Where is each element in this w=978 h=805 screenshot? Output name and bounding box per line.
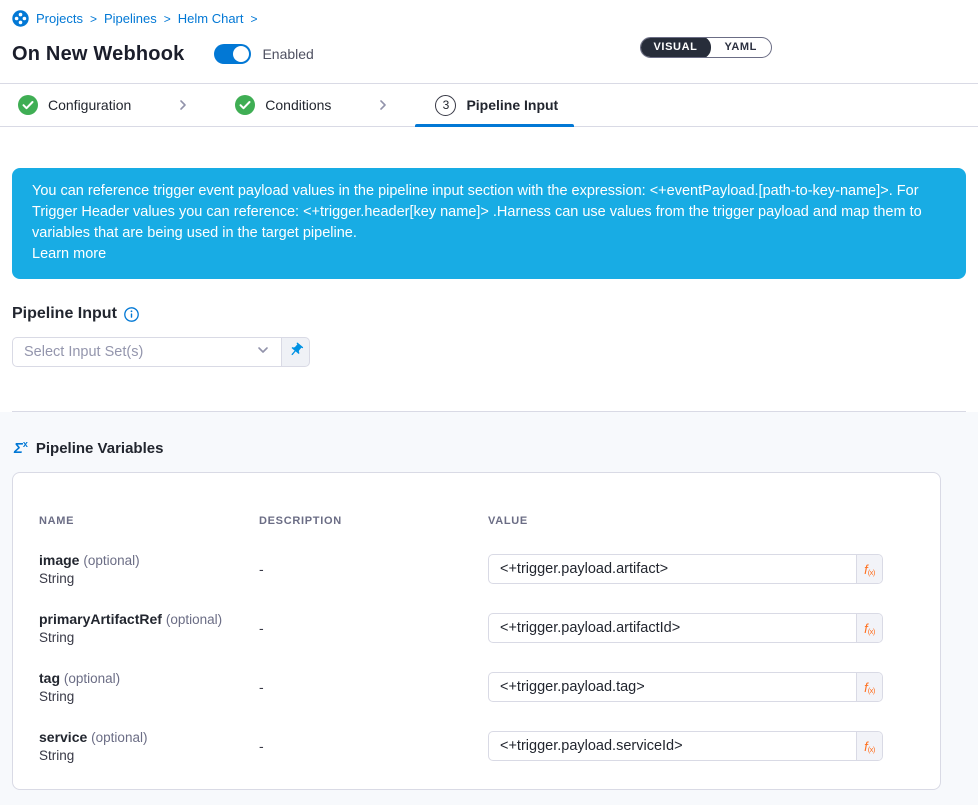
column-header-description: DESCRIPTION <box>259 515 488 527</box>
variable-type: String <box>39 689 259 704</box>
table-row: primaryArtifactRef (optional) String - f… <box>39 611 914 645</box>
pipeline-variables-heading: Pipeline Variables <box>36 440 164 457</box>
variable-optional-tag: (optional) <box>166 612 222 627</box>
tab-pipeline-input-label: Pipeline Input <box>466 97 558 113</box>
info-banner: You can reference trigger event payload … <box>12 168 966 279</box>
check-circle-icon <box>18 95 38 115</box>
variable-name-cell: service (optional) String <box>39 729 259 763</box>
table-row: tag (optional) String - f(x) <box>39 670 914 704</box>
variable-name-cell: primaryArtifactRef (optional) String <box>39 611 259 645</box>
variable-value-input[interactable] <box>489 614 856 642</box>
breadcrumb-separator: > <box>90 12 97 26</box>
toggle-knob <box>233 46 249 62</box>
variables-table-header: NAME DESCRIPTION VALUE <box>39 515 914 527</box>
variable-description: - <box>259 679 488 695</box>
variable-name-cell: tag (optional) String <box>39 670 259 704</box>
variable-name: service <box>39 729 87 745</box>
variable-optional-tag: (optional) <box>91 730 147 745</box>
variable-value-group: f(x) <box>488 731 883 761</box>
enabled-toggle[interactable] <box>214 44 251 64</box>
breadcrumb-helm-chart[interactable]: Helm Chart <box>178 11 244 26</box>
table-row: service (optional) String - f(x) <box>39 729 914 763</box>
tab-configuration[interactable]: Configuration <box>18 84 145 126</box>
sigma-variables-icon: Σx <box>14 439 28 457</box>
input-set-row: Select Input Set(s) <box>12 337 310 367</box>
variable-name: image <box>39 552 79 568</box>
pipeline-input-section: Pipeline Input Select Input Set(s) <box>0 305 978 412</box>
variable-type: String <box>39 748 259 763</box>
expression-fx-button[interactable]: f(x) <box>856 614 882 642</box>
variable-name: tag <box>39 670 60 686</box>
variable-value-group: f(x) <box>488 672 883 702</box>
step-number-badge: 3 <box>435 95 456 116</box>
chevron-right-icon <box>177 99 189 111</box>
pipeline-input-heading: Pipeline Input <box>12 305 117 323</box>
breadcrumb-separator: > <box>251 12 258 26</box>
check-circle-icon <box>235 95 255 115</box>
pipeline-variables-card: NAME DESCRIPTION VALUE image (optional) … <box>12 472 941 790</box>
variable-optional-tag: (optional) <box>64 671 120 686</box>
wizard-tabbar: Configuration Conditions 3 Pipeline Inpu… <box>0 83 978 127</box>
variable-name-cell: image (optional) String <box>39 552 259 586</box>
tab-conditions-label: Conditions <box>265 97 331 113</box>
tab-configuration-label: Configuration <box>48 97 131 113</box>
tab-conditions[interactable]: Conditions <box>221 84 345 126</box>
column-header-name: NAME <box>39 515 259 527</box>
pipeline-variables-section: Σx Pipeline Variables NAME DESCRIPTION V… <box>0 412 978 805</box>
yaml-tab[interactable]: YAML <box>710 37 771 58</box>
learn-more-link[interactable]: Learn more <box>32 244 946 265</box>
title-row: On New Webhook Enabled <box>12 40 966 68</box>
variable-value-group: f(x) <box>488 613 883 643</box>
variable-type: String <box>39 630 259 645</box>
input-set-select[interactable]: Select Input Set(s) <box>12 337 282 367</box>
tab-pipeline-input[interactable]: 3 Pipeline Input <box>421 84 572 126</box>
info-icon[interactable] <box>124 307 139 322</box>
variable-description: - <box>259 738 488 754</box>
variable-value-input[interactable] <box>489 732 856 760</box>
variable-name: primaryArtifactRef <box>39 611 162 627</box>
variable-description: - <box>259 561 488 577</box>
chevron-down-icon <box>256 343 270 362</box>
enabled-label: Enabled <box>262 46 313 62</box>
variable-type: String <box>39 571 259 586</box>
page-header: Projects > Pipelines > Helm Chart > On N… <box>0 0 978 68</box>
visual-tab[interactable]: VISUAL <box>640 37 712 58</box>
info-banner-text: You can reference trigger event payload … <box>32 183 922 241</box>
breadcrumb-projects[interactable]: Projects <box>36 11 83 26</box>
variable-value-input[interactable] <box>489 673 856 701</box>
variable-value-input[interactable] <box>489 555 856 583</box>
variable-description: - <box>259 620 488 636</box>
variable-value-group: f(x) <box>488 554 883 584</box>
breadcrumb-separator: > <box>164 12 171 26</box>
visual-yaml-toggle: VISUAL YAML <box>640 37 773 58</box>
expression-fx-button[interactable]: f(x) <box>856 555 882 583</box>
column-header-value: VALUE <box>488 515 914 527</box>
pin-button[interactable] <box>282 337 310 367</box>
chevron-right-icon <box>377 99 389 111</box>
harness-project-icon <box>12 10 29 27</box>
expression-fx-button[interactable]: f(x) <box>856 732 882 760</box>
expression-fx-button[interactable]: f(x) <box>856 673 882 701</box>
pipeline-variables-heading-row: Σx Pipeline Variables <box>12 439 966 457</box>
table-row: image (optional) String - f(x) <box>39 552 914 586</box>
breadcrumb-pipelines[interactable]: Pipelines <box>104 11 157 26</box>
pin-icon <box>288 342 304 363</box>
page-title: On New Webhook <box>12 43 184 66</box>
variable-optional-tag: (optional) <box>83 553 139 568</box>
pipeline-input-heading-row: Pipeline Input <box>12 305 966 323</box>
breadcrumb: Projects > Pipelines > Helm Chart > <box>12 10 966 27</box>
input-set-placeholder: Select Input Set(s) <box>24 344 143 360</box>
